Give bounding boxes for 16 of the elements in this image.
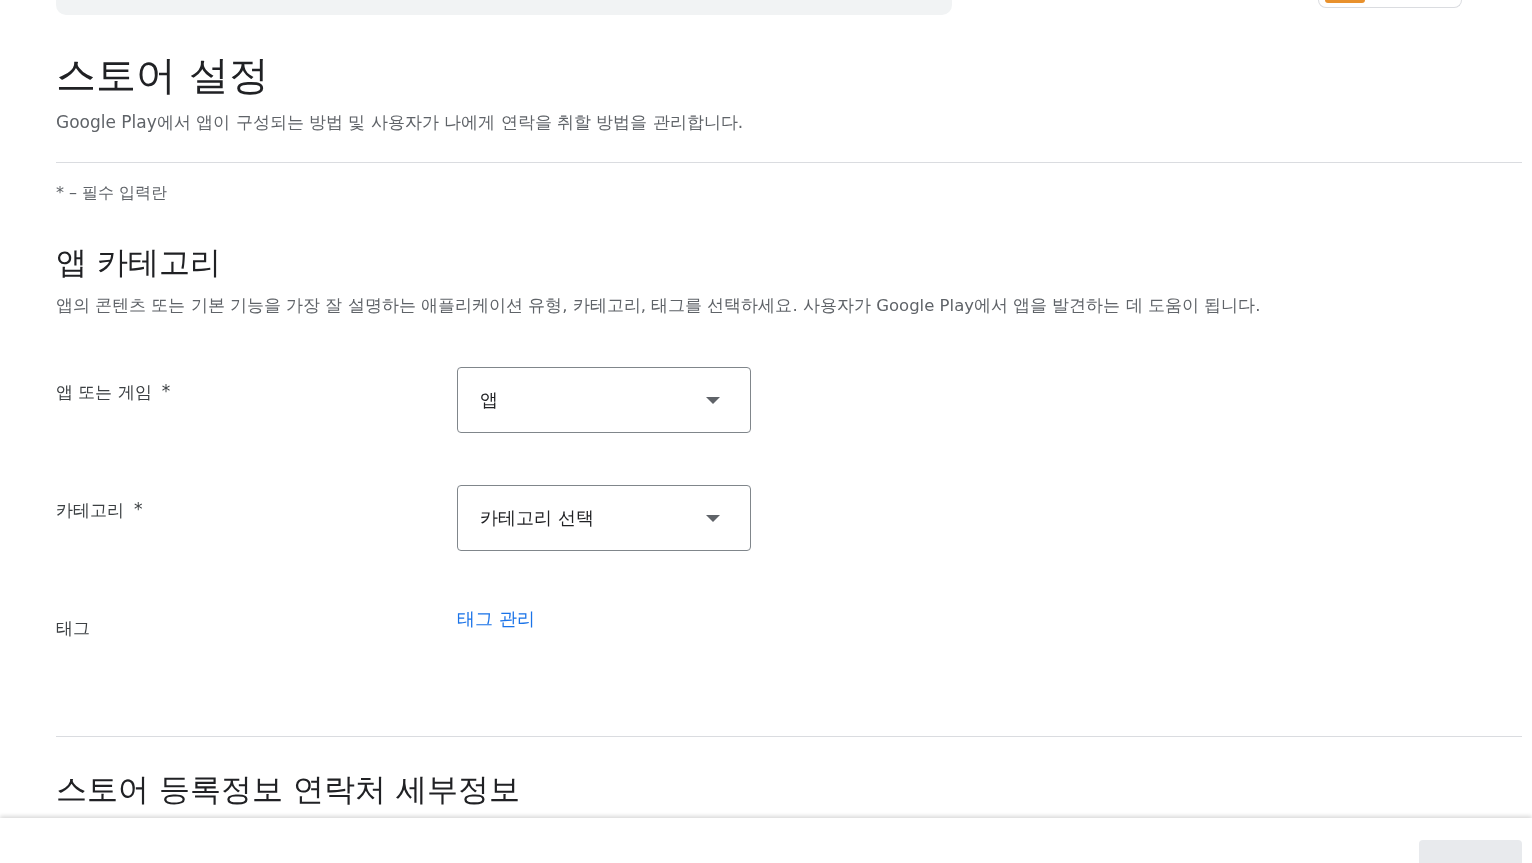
required-mark: * [134,499,143,521]
section-description: 앱의 콘텐츠 또는 기본 기능을 가장 잘 설명하는 애플리케이션 유형, 카테고리, 태그를 선택하세요. 사용자가 Google Play에서 앱을 발견하는 데 도움이 됩니다. [56,295,1262,317]
page-title: 스토어 설정 [56,51,270,100]
section-title: 앱 카테고리 [56,243,222,282]
dropdown[interactable]: 앱 [457,367,751,433]
caret-icon [706,396,720,404]
required-mark: * [161,381,171,403]
field-label: 태그 [56,617,90,640]
page-description: Google Play에서 앱이 구성되는 방법 및 사용자가 나에게 연락을 취할 방법을 관리합니다. [56,111,745,134]
manage-tags-link[interactable]: 태그 관리 [457,607,535,631]
dropdown[interactable]: 카테고리 선택 [457,485,751,551]
field-label: 앱 또는 게임 [56,381,152,404]
field-label: 카테고리 [56,499,124,522]
caret-icon [706,514,720,522]
section-title: 스토어 등록정보 연락처 세부정보 [56,770,521,809]
required-note: * – 필수 입력란 [56,183,169,204]
